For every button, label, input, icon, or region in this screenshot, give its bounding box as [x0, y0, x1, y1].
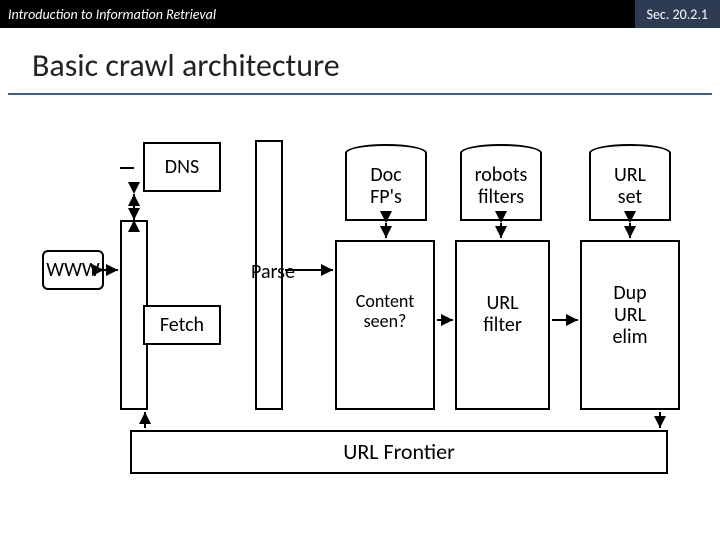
- node-content-seen: Content seen?: [335, 240, 435, 410]
- section-ref: Sec. 20.2.1: [635, 0, 720, 28]
- node-parse: Parse: [242, 260, 304, 284]
- header-bar: Introduction to Information Retrieval Se…: [0, 0, 720, 28]
- node-url-filter: URL filter: [455, 240, 550, 410]
- slide-title: Basic crawl architecture: [8, 28, 712, 95]
- node-url-set: URL set: [589, 153, 671, 221]
- node-fetch: Fetch: [143, 305, 221, 345]
- node-dns: DNS: [143, 142, 221, 192]
- node-url-frontier: URL Frontier: [130, 430, 668, 474]
- url-frontier-label: URL Frontier: [343, 440, 455, 464]
- node-docfps: Doc FP's: [345, 153, 427, 221]
- node-www: WWW: [42, 250, 104, 290]
- node-dup-url-elim: Dup URL elim: [580, 240, 680, 410]
- course-title: Introduction to Information Retrieval: [8, 6, 216, 23]
- node-robots: robots filters: [460, 153, 542, 221]
- architecture-diagram: WWW DNS Fetch Parse Doc FP's Content see…: [0, 120, 720, 520]
